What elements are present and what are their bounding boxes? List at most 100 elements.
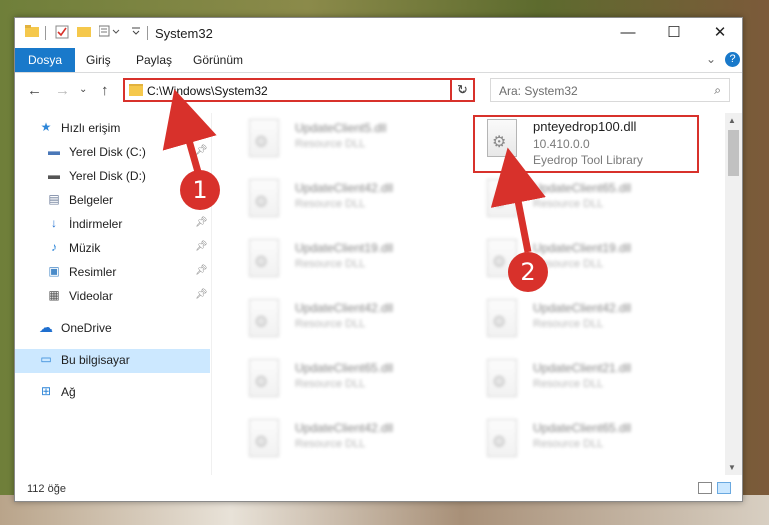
file-type: Resource DLL xyxy=(295,438,366,450)
video-icon: ▦ xyxy=(48,288,60,302)
sidebar-item-pictures[interactable]: ▣ Resimler 📌︎ xyxy=(15,261,210,283)
drive-icon: ▬ xyxy=(48,144,60,158)
network-icon: ⊞ xyxy=(40,384,52,398)
refresh-button[interactable]: ↻ xyxy=(450,78,475,102)
status-bar: 112 öğe xyxy=(15,478,742,500)
sidebar-item-label: OneDrive xyxy=(61,321,112,335)
sidebar-item-videos[interactable]: ▦ Videolar 📌︎ xyxy=(15,285,210,307)
close-button[interactable]: ✕ xyxy=(697,18,743,48)
minimize-button[interactable]: — xyxy=(605,18,651,48)
sidebar-item-label: Hızlı erişim xyxy=(61,121,121,135)
sidebar-item-label: Ağ xyxy=(61,385,76,399)
tab-gorunum[interactable]: Görünüm xyxy=(180,48,256,72)
tab-paylas[interactable]: Paylaş xyxy=(123,48,185,72)
pin-icon[interactable]: 📌︎ xyxy=(195,217,208,228)
pin-icon[interactable]: 📌︎ xyxy=(195,265,208,276)
file-item[interactable]: UpdateClient42.dll Resource DLL xyxy=(237,175,465,231)
sidebar-item-label: Yerel Disk (D:) xyxy=(69,169,146,183)
dll-file-icon xyxy=(249,359,279,397)
sidebar-item-music[interactable]: ♪ Müzik 📌︎ xyxy=(15,237,210,259)
address-bar[interactable]: C:\Windows\System32 ⌄ xyxy=(123,78,475,102)
file-item[interactable]: UpdateClient19.dll Resource DLL xyxy=(237,235,465,291)
help-icon[interactable]: ? xyxy=(725,52,740,67)
sidebar-item-label: Yerel Disk (C:) xyxy=(69,145,146,159)
file-name: UpdateClient42.dll xyxy=(295,301,394,315)
file-name: UpdateClient42.dll xyxy=(295,421,394,435)
folder-icon xyxy=(129,84,143,96)
dll-file-icon xyxy=(487,359,517,397)
large-icons-view-icon[interactable] xyxy=(717,482,731,494)
file-type: Resource DLL xyxy=(295,138,366,150)
sidebar-item-quick-access[interactable]: ★ Hızlı erişim xyxy=(15,117,210,139)
file-type: Resource DLL xyxy=(533,378,604,390)
vertical-scrollbar[interactable]: ▲ ▼ xyxy=(725,113,742,475)
address-path[interactable]: C:\Windows\System32 xyxy=(147,84,268,98)
file-name: UpdateClient19.dll xyxy=(533,241,632,255)
folder-icon xyxy=(25,25,39,40)
divider xyxy=(45,26,46,40)
tab-giris[interactable]: Giriş xyxy=(73,48,124,72)
ribbon-tabs: Dosya Giriş Paylaş Görünüm ⌄ ? xyxy=(15,48,742,73)
navigation-pane: ★ Hızlı erişim ▬ Yerel Disk (C:) 📌︎ ▬ Ye… xyxy=(15,113,210,475)
scroll-down-icon[interactable]: ▼ xyxy=(728,463,736,472)
sidebar-item-this-pc[interactable]: ▭ Bu bilgisayar xyxy=(15,349,210,373)
scroll-up-icon[interactable]: ▲ xyxy=(728,116,736,125)
file-item[interactable]: UpdateClient65.dll Resource DLL xyxy=(237,355,465,411)
title-bar: System32 — ☐ ✕ xyxy=(15,18,742,48)
up-arrow-icon[interactable]: ↑ xyxy=(101,82,109,99)
file-item[interactable]: UpdateClient42.dll Resource DLL xyxy=(237,295,465,351)
pin-icon[interactable]: 📌︎ xyxy=(195,145,208,156)
forward-arrow-icon[interactable]: → xyxy=(55,82,70,99)
pin-icon[interactable]: 📌︎ xyxy=(195,289,208,300)
file-item[interactable]: UpdateClient5.dll Resource DLL xyxy=(237,115,465,171)
dll-file-icon xyxy=(487,419,517,457)
search-input[interactable]: Ara: System32 ⌕ xyxy=(490,78,730,102)
file-type: Resource DLL xyxy=(295,198,366,210)
dll-file-icon xyxy=(249,119,279,157)
drive-icon: ▬ xyxy=(48,168,60,182)
dll-file-icon xyxy=(487,299,517,337)
sidebar-item-network[interactable]: ⊞ Ağ xyxy=(15,381,210,403)
recent-locations-icon[interactable]: ⌄ xyxy=(79,84,87,95)
new-folder-icon[interactable] xyxy=(77,25,91,40)
music-icon: ♪ xyxy=(51,240,57,254)
maximize-button[interactable]: ☐ xyxy=(651,18,697,48)
properties-icon[interactable] xyxy=(55,25,69,42)
file-name: UpdateClient65.dll xyxy=(533,421,632,435)
file-item[interactable]: UpdateClient65.dll Resource DLL xyxy=(475,175,703,231)
sidebar-item-onedrive[interactable]: ☁ OneDrive xyxy=(15,317,210,339)
navigation-bar: ← → ⌄ ↑ C:\Windows\System32 ⌄ ↻ Ara: Sys… xyxy=(15,73,742,107)
sidebar-item-downloads[interactable]: ↓ İndirmeler 📌︎ xyxy=(15,213,210,235)
file-name: UpdateClient42.dll xyxy=(295,181,394,195)
file-item[interactable]: UpdateClient42.dll Resource DLL xyxy=(237,415,465,471)
file-type: Resource DLL xyxy=(295,378,366,390)
sidebar-item-label: İndirmeler xyxy=(69,217,123,231)
sidebar-item-label: Resimler xyxy=(69,265,117,279)
search-placeholder: Ara: System32 xyxy=(499,84,578,98)
file-item[interactable]: UpdateClient21.dll Resource DLL xyxy=(475,355,703,411)
details-view-icon[interactable] xyxy=(698,482,712,494)
sidebar-item-label: Bu bilgisayar xyxy=(61,353,130,367)
computer-icon: ▭ xyxy=(40,352,52,366)
sidebar-item-label: Belgeler xyxy=(69,193,114,207)
file-type: Resource DLL xyxy=(533,438,604,450)
file-name: UpdateClient5.dll xyxy=(295,121,387,135)
dll-file-icon xyxy=(249,239,279,277)
sidebar-item-label: Müzik xyxy=(69,241,101,255)
file-type: Resource DLL xyxy=(533,198,604,210)
tab-dosya[interactable]: Dosya xyxy=(15,48,76,72)
refresh-icon: ↻ xyxy=(457,82,468,97)
download-icon: ↓ xyxy=(51,216,57,230)
chevron-down-icon[interactable] xyxy=(131,24,141,39)
scroll-thumb[interactable] xyxy=(728,130,739,176)
cloud-icon: ☁ xyxy=(39,319,53,335)
pin-icon[interactable]: 📌︎ xyxy=(195,241,208,252)
divider xyxy=(147,26,148,40)
file-item[interactable]: UpdateClient65.dll Resource DLL xyxy=(475,415,703,471)
customize-toolbar-icon[interactable] xyxy=(98,25,125,40)
sidebar-item-local-disk-c[interactable]: ▬ Yerel Disk (C:) 📌︎ xyxy=(15,141,210,163)
back-arrow-icon[interactable]: ← xyxy=(27,82,42,99)
file-item[interactable]: UpdateClient42.dll Resource DLL xyxy=(475,295,703,351)
expand-ribbon-icon[interactable]: ⌄ xyxy=(706,52,716,66)
file-name: UpdateClient19.dll xyxy=(295,241,394,255)
